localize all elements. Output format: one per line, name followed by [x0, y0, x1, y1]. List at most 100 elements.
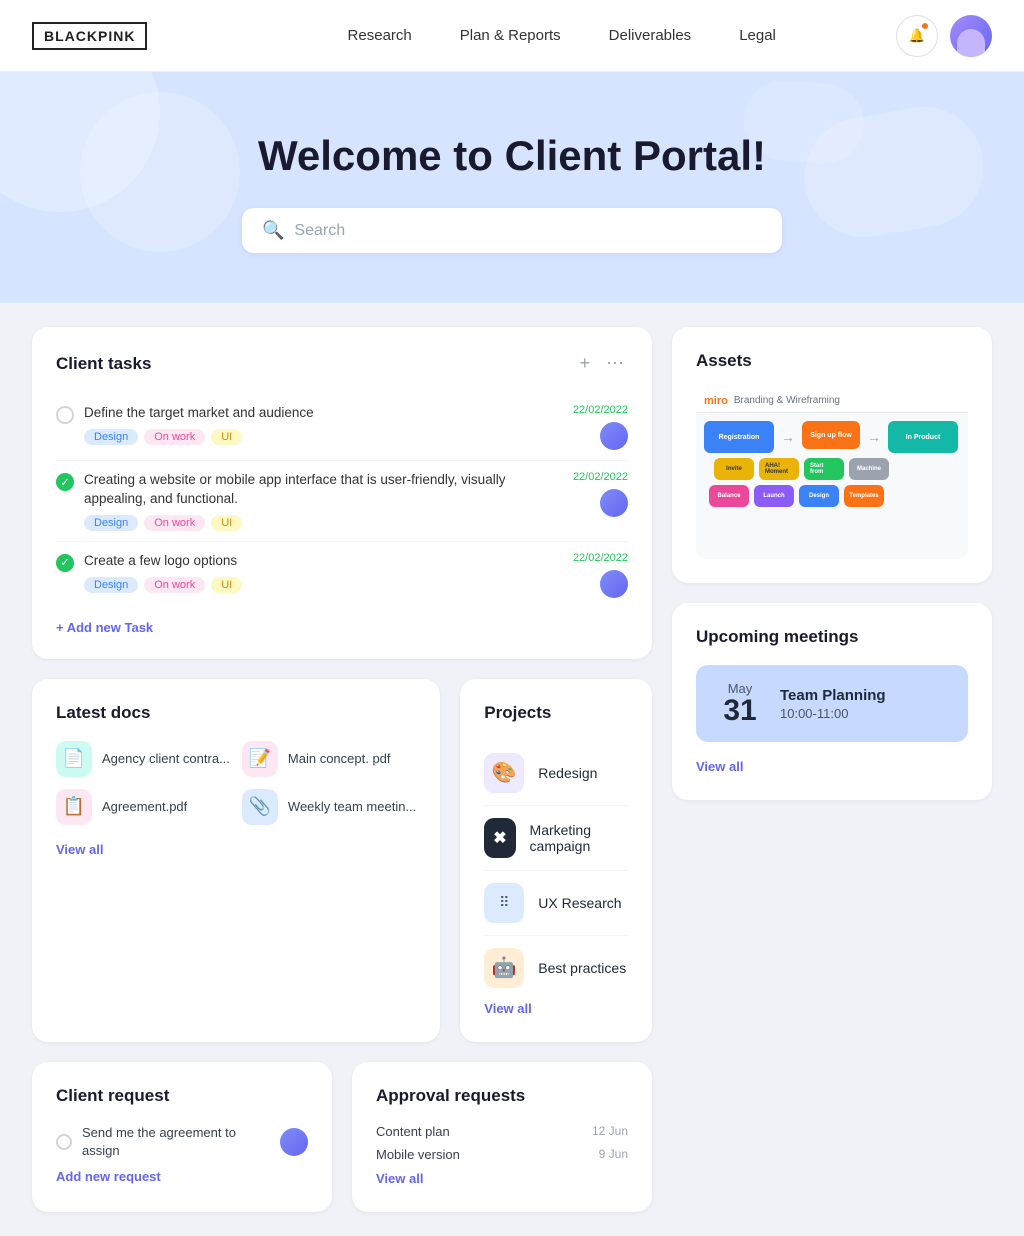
- more-options-button[interactable]: ⋯: [602, 351, 628, 376]
- main-content: Client tasks + ⋯ Define the target marke…: [0, 303, 1024, 1236]
- search-bar[interactable]: 🔍 Search: [242, 208, 782, 253]
- list-item[interactable]: 📄 Agency client contra...: [56, 741, 230, 777]
- miro-row-1: Registration → Sign up flow → In Product: [704, 421, 960, 453]
- tag-design: Design: [84, 429, 138, 445]
- add-task-button[interactable]: + Add new Task: [56, 620, 153, 635]
- task-checkbox-2[interactable]: ✓: [56, 473, 74, 491]
- meeting-info: Team Planning 10:00-11:00: [780, 687, 886, 721]
- docs-view-all-link[interactable]: View all: [56, 842, 103, 857]
- request-checkbox[interactable]: [56, 1134, 72, 1150]
- list-item[interactable]: 🤖 Best practices: [484, 936, 628, 1000]
- task-date-3: 22/02/2022: [573, 552, 628, 564]
- task-content-1: Define the target market and audience De…: [84, 404, 563, 445]
- task-content-2: Creating a website or mobile app interfa…: [84, 471, 563, 531]
- project-icon-1: 🎨: [484, 753, 524, 793]
- table-row: ✓ Create a few logo options Design On wo…: [56, 542, 628, 608]
- miro-toolbar: miro Branding & Wireframing: [696, 389, 968, 413]
- task-title-1: Define the target market and audience: [84, 404, 563, 423]
- approval-date-2: 9 Jun: [599, 1147, 628, 1161]
- list-item[interactable]: ⠿ UX Research: [484, 871, 628, 936]
- assets-card: Assets miro Branding & Wireframing Regis…: [672, 327, 992, 583]
- upcoming-meetings-card: Upcoming meetings May 31 Team Planning 1…: [672, 603, 992, 800]
- miro-node: AHA! Moment: [759, 458, 799, 480]
- nav-research[interactable]: Research: [348, 27, 412, 44]
- assets-header: Assets: [696, 351, 968, 371]
- projects-card: Projects 🎨 Redesign ✖ Marketing campaign…: [460, 679, 652, 1042]
- meeting-item[interactable]: May 31 Team Planning 10:00-11:00: [696, 665, 968, 742]
- assets-preview[interactable]: miro Branding & Wireframing Registration…: [696, 389, 968, 559]
- meeting-title: Team Planning: [780, 687, 886, 704]
- miro-board-title: Branding & Wireframing: [734, 395, 840, 406]
- card-actions: + ⋯: [575, 351, 628, 376]
- projects-view-all-link[interactable]: View all: [484, 1001, 531, 1016]
- project-name-4: Best practices: [538, 960, 626, 976]
- table-row: ✓ Creating a website or mobile app inter…: [56, 461, 628, 542]
- miro-node: Templates: [844, 485, 884, 507]
- list-item: Content plan 12 Jun: [376, 1124, 628, 1139]
- doc-icon-3: 📋: [56, 789, 92, 825]
- task-title-2: Creating a website or mobile app interfa…: [84, 471, 563, 509]
- doc-icon-1: 📄: [56, 741, 92, 777]
- nav-links: Research Plan & Reports Deliverables Leg…: [227, 27, 896, 44]
- hero-title: Welcome to Client Portal!: [32, 132, 992, 180]
- task-checkbox-3[interactable]: ✓: [56, 554, 74, 572]
- approval-requests-card: Approval requests Content plan 12 Jun Mo…: [352, 1062, 652, 1212]
- miro-node: Start from: [804, 458, 844, 480]
- task-meta-1: 22/02/2022: [573, 404, 628, 450]
- meetings-title: Upcoming meetings: [696, 627, 858, 647]
- nav-deliverables[interactable]: Deliverables: [609, 27, 692, 44]
- project-name-1: Redesign: [538, 765, 597, 781]
- doc-name-3: Agreement.pdf: [102, 799, 187, 814]
- meeting-date: May 31: [716, 681, 764, 726]
- tag-ui-2: UI: [211, 515, 242, 531]
- avatar-figure: [957, 29, 985, 57]
- avatar-image: [950, 15, 992, 57]
- client-request-title: Client request: [56, 1086, 169, 1106]
- tag-design-3: Design: [84, 577, 138, 593]
- miro-node: In Product: [888, 421, 958, 453]
- meetings-view-all-link[interactable]: View all: [696, 759, 743, 774]
- notification-button[interactable]: 🔔: [896, 15, 938, 57]
- list-item[interactable]: 🎨 Redesign: [484, 741, 628, 806]
- hero-section: Welcome to Client Portal! 🔍 Search: [0, 72, 1024, 303]
- nav-actions: 🔔: [896, 15, 992, 57]
- request-text: Send me the agreement to assign: [82, 1124, 270, 1160]
- tag-ui: UI: [211, 429, 242, 445]
- list-item[interactable]: 📋 Agreement.pdf: [56, 789, 230, 825]
- task-avatar-3: [600, 570, 628, 598]
- tag-onwork: On work: [144, 429, 205, 445]
- request-avatar: [280, 1128, 308, 1156]
- project-icon-2: ✖: [484, 818, 515, 858]
- latest-docs-header: Latest docs: [56, 703, 416, 723]
- client-request-header: Client request: [56, 1086, 308, 1106]
- task-tags-2: Design On work UI: [84, 515, 563, 531]
- search-icon: 🔍: [262, 220, 284, 241]
- logo[interactable]: BLACKPINK: [32, 22, 147, 50]
- tag-design-2: Design: [84, 515, 138, 531]
- task-checkbox-1[interactable]: [56, 406, 74, 424]
- miro-logo: miro: [704, 395, 728, 407]
- task-tags-1: Design On work UI: [84, 429, 563, 445]
- list-item[interactable]: 📝 Main concept. pdf: [242, 741, 416, 777]
- nav-legal[interactable]: Legal: [739, 27, 776, 44]
- list-item[interactable]: 📎 Weekly team meetin...: [242, 789, 416, 825]
- list-item[interactable]: ✖ Marketing campaign: [484, 806, 628, 871]
- client-request-card: Client request Send me the agreement to …: [32, 1062, 332, 1212]
- add-request-link[interactable]: Add new request: [56, 1169, 161, 1184]
- miro-node: Balance: [709, 485, 749, 507]
- avatar[interactable]: [950, 15, 992, 57]
- doc-name-4: Weekly team meetin...: [288, 799, 416, 814]
- approval-header: Approval requests: [376, 1086, 628, 1106]
- tag-ui-3: UI: [211, 577, 242, 593]
- project-name-3: UX Research: [538, 895, 621, 911]
- add-task-icon-button[interactable]: +: [575, 351, 594, 376]
- approval-view-all-link[interactable]: View all: [376, 1171, 423, 1186]
- list-item: Mobile version 9 Jun: [376, 1147, 628, 1162]
- doc-icon-4: 📎: [242, 789, 278, 825]
- latest-docs-card: Latest docs 📄 Agency client contra... 📝 …: [32, 679, 440, 1042]
- miro-node: Invite: [714, 458, 754, 480]
- doc-icon-2: 📝: [242, 741, 278, 777]
- miro-node: Registration: [704, 421, 774, 453]
- nav-plan-reports[interactable]: Plan & Reports: [460, 27, 561, 44]
- tag-onwork-2: On work: [144, 515, 205, 531]
